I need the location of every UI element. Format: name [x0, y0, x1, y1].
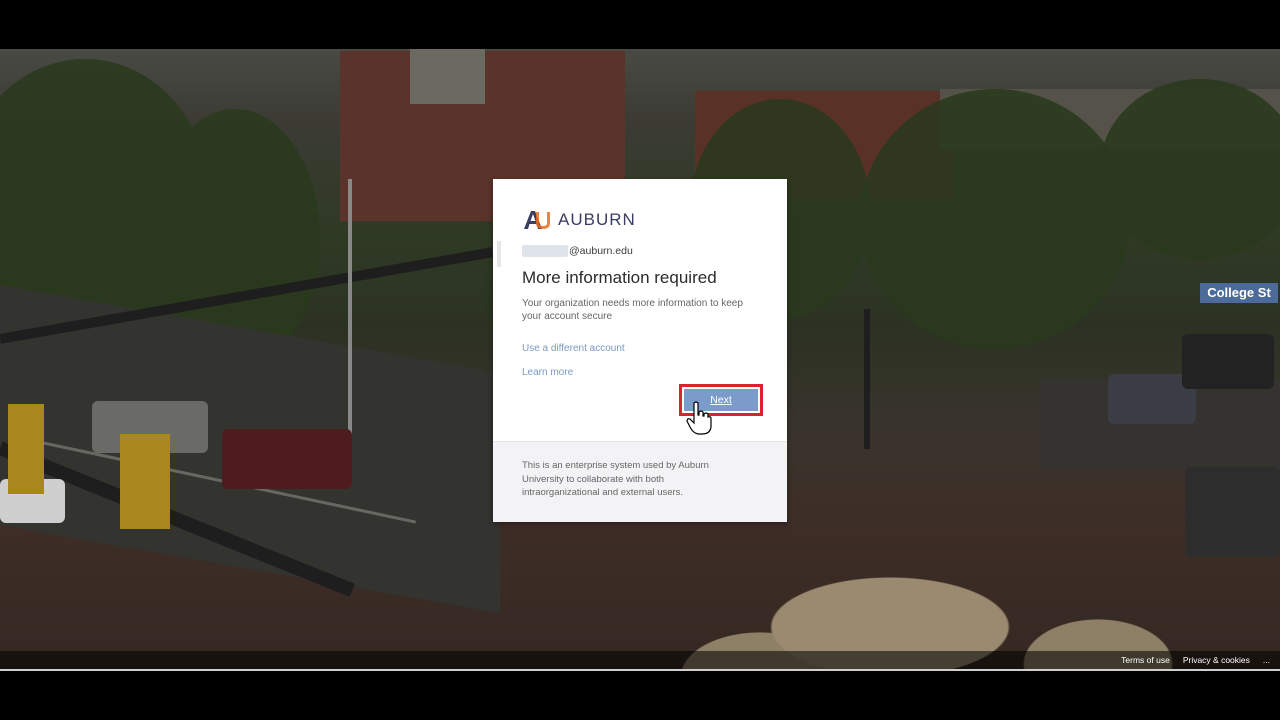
hand-cursor-icon: [686, 401, 712, 435]
tree-right: [860, 89, 1130, 349]
car-suv: [1182, 334, 1274, 389]
yellow-signal-2: [120, 434, 170, 529]
identity-marker: [497, 241, 501, 267]
email-suffix: @auburn.edu: [569, 245, 633, 257]
page-description: Your organization needs more information…: [522, 298, 743, 322]
redacted-username: [522, 245, 568, 257]
auburn-logo-text: AUBURN: [558, 210, 636, 229]
auburn-au-icon: [524, 211, 550, 229]
street-sign: College St: [1200, 283, 1278, 303]
car-red: [222, 429, 352, 489]
enterprise-notice: This is an enterprise system used by Aub…: [522, 460, 709, 498]
tower: [410, 49, 485, 104]
divider-line: [0, 669, 1280, 671]
lamp-post: [348, 179, 352, 459]
use-different-account-link[interactable]: Use a different account: [522, 343, 625, 354]
auburn-logo: AUBURN: [522, 209, 636, 231]
more-options-button[interactable]: ...: [1263, 655, 1270, 665]
signal-pole: [864, 309, 870, 449]
page-title: More information required: [522, 268, 717, 287]
signin-dialog: AUBURN @auburn.edu More information requ…: [493, 179, 787, 522]
terms-of-use-link[interactable]: Terms of use: [1121, 655, 1170, 665]
car-van: [1185, 467, 1280, 557]
privacy-cookies-link[interactable]: Privacy & cookies: [1183, 655, 1250, 665]
street-sign-label: College St: [1207, 285, 1271, 300]
identity-email: @auburn.edu: [522, 245, 633, 257]
dialog-footer: This is an enterprise system used by Aub…: [493, 441, 787, 522]
page-footer: Terms of use Privacy & cookies ...: [0, 651, 1280, 669]
yellow-signal: [8, 404, 44, 494]
learn-more-link[interactable]: Learn more: [522, 367, 573, 378]
